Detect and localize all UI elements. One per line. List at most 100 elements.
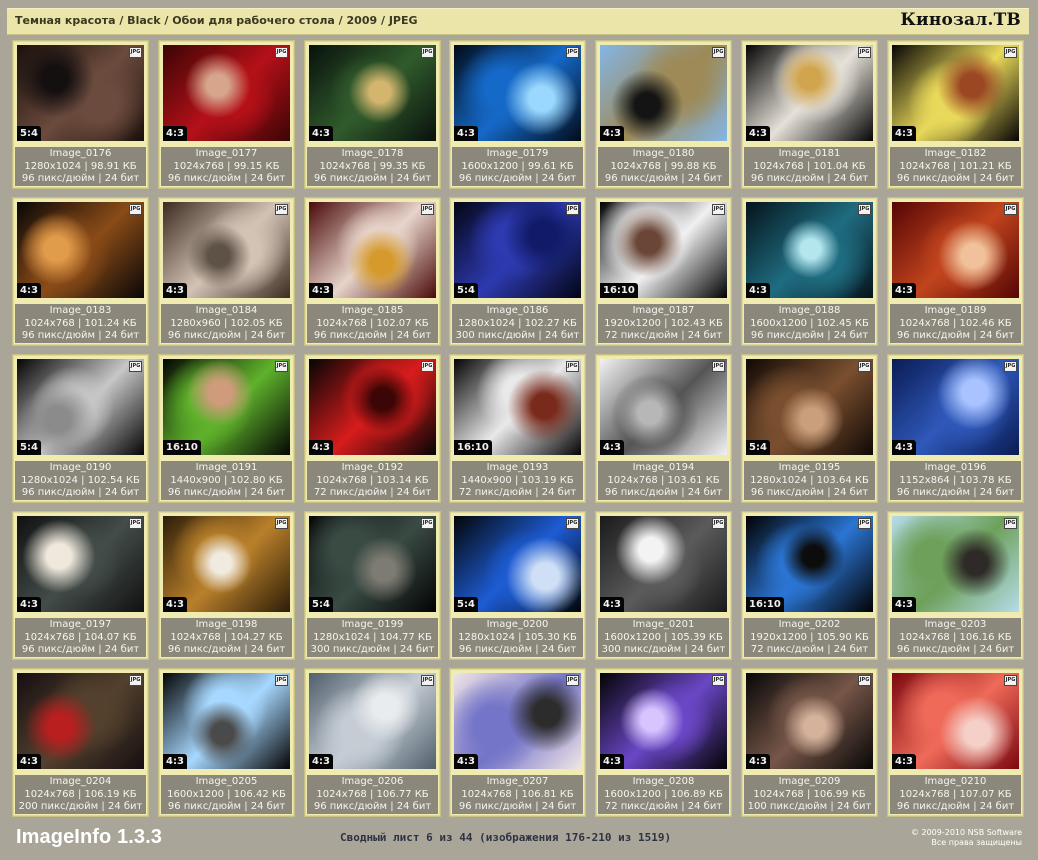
thumbnail-card[interactable]: JPG 4:3 Image_0198 1024x768 | 104.27 КБ 96 п… bbox=[158, 511, 295, 660]
thumbnail-image[interactable]: JPG 4:3 bbox=[17, 673, 144, 769]
thumbnail-image[interactable]: JPG 4:3 bbox=[892, 359, 1019, 455]
thumbnail-card[interactable]: JPG 4:3 Image_0185 1024x768 | 102.07 КБ 96 п… bbox=[304, 197, 441, 346]
thumbnail-card[interactable]: JPG 4:3 Image_0196 1152x864 | 103.78 КБ 96 п… bbox=[887, 354, 1024, 503]
jpg-file-icon: JPG bbox=[421, 518, 434, 529]
thumbnail-details: 1280x1024 | 105.30 КБ bbox=[458, 631, 577, 643]
thumbnail-card[interactable]: JPG 4:3 Image_0182 1024x768 | 101.21 КБ 96 п… bbox=[887, 40, 1024, 189]
thumbnail-image[interactable]: JPG 4:3 bbox=[454, 673, 581, 769]
thumbnail-image[interactable]: JPG 4:3 bbox=[600, 45, 727, 141]
thumbnail-image[interactable]: JPG 4:3 bbox=[892, 673, 1019, 769]
aspect-ratio-badge: 16:10 bbox=[746, 597, 784, 612]
aspect-ratio-badge: 4:3 bbox=[163, 754, 187, 769]
thumbnail-card[interactable]: JPG 16:10 Image_0187 1920x1200 | 102.43 КБ 7… bbox=[595, 197, 732, 346]
sheet-summary: Сводный лист 6 из 44 (изображения 176-21… bbox=[340, 831, 672, 844]
thumbnail-card[interactable]: JPG 4:3 Image_0188 1600x1200 | 102.45 КБ 96 … bbox=[741, 197, 878, 346]
thumbnail-card[interactable]: JPG 5:4 Image_0199 1280x1024 | 104.77 КБ 300… bbox=[304, 511, 441, 660]
thumbnail-card[interactable]: JPG 4:3 Image_0192 1024x768 | 103.14 КБ 72 п… bbox=[304, 354, 441, 503]
thumbnail-card[interactable]: JPG 4:3 Image_0178 1024x768 | 99.35 КБ 96 пи… bbox=[304, 40, 441, 189]
aspect-ratio-badge: 5:4 bbox=[17, 126, 41, 141]
thumbnail-card[interactable]: JPG 4:3 Image_0180 1024x768 | 99.88 КБ 96 пи… bbox=[595, 40, 732, 189]
thumbnail-image[interactable]: JPG 4:3 bbox=[600, 359, 727, 455]
jpg-file-icon: JPG bbox=[566, 518, 579, 529]
thumbnail-card[interactable]: JPG 4:3 Image_0206 1024x768 | 106.77 КБ 96 п… bbox=[304, 668, 441, 817]
aspect-ratio-badge: 4:3 bbox=[892, 754, 916, 769]
thumbnail-card[interactable]: JPG 4:3 Image_0194 1024x768 | 103.61 КБ 96 п… bbox=[595, 354, 732, 503]
thumbnail-image[interactable]: JPG 4:3 bbox=[746, 45, 873, 141]
thumbnail-name: Image_0185 bbox=[341, 305, 404, 316]
thumbnail-dpi: 96 пикс/дюйм | 24 бит bbox=[896, 487, 1015, 498]
jpg-file-icon: JPG bbox=[1004, 675, 1017, 686]
thumbnail-card[interactable]: JPG 16:10 Image_0191 1440x900 | 102.80 КБ 96… bbox=[158, 354, 295, 503]
thumbnail-image[interactable]: JPG 4:3 bbox=[309, 45, 436, 141]
aspect-ratio-badge: 4:3 bbox=[454, 126, 478, 141]
thumbnail-image[interactable]: JPG 4:3 bbox=[163, 202, 290, 298]
thumbnail-name: Image_0187 bbox=[632, 305, 695, 316]
thumbnail-image[interactable]: JPG 4:3 bbox=[309, 202, 436, 298]
thumbnail-card[interactable]: JPG 4:3 Image_0210 1024x768 | 107.07 КБ 96 п… bbox=[887, 668, 1024, 817]
thumbnail-card[interactable]: JPG 4:3 Image_0177 1024x768 | 99.15 КБ 96 пи… bbox=[158, 40, 295, 189]
thumbnail-card[interactable]: JPG 4:3 Image_0204 1024x768 | 106.19 КБ 200 … bbox=[12, 668, 149, 817]
thumbnail-image[interactable]: JPG 16:10 bbox=[454, 359, 581, 455]
thumbnail-image[interactable]: JPG 4:3 bbox=[163, 45, 290, 141]
thumbnail-name: Image_0202 bbox=[778, 619, 841, 630]
thumbnail-image[interactable]: JPG 16:10 bbox=[746, 516, 873, 612]
thumbnail-image[interactable]: JPG 4:3 bbox=[892, 45, 1019, 141]
thumbnail-card[interactable]: JPG 4:3 Image_0201 1600x1200 | 105.39 КБ 300… bbox=[595, 511, 732, 660]
thumbnail-image[interactable]: JPG 5:4 bbox=[454, 516, 581, 612]
thumbnail-image[interactable]: JPG 4:3 bbox=[600, 516, 727, 612]
thumbnail-card[interactable]: JPG 4:3 Image_0183 1024x768 | 101.24 КБ 96 п… bbox=[12, 197, 149, 346]
thumbnail-card[interactable]: JPG 4:3 Image_0203 1024x768 | 106.16 КБ 96 п… bbox=[887, 511, 1024, 660]
thumbnail-info: Image_0196 1152x864 | 103.78 КБ 96 пикс/дю… bbox=[890, 461, 1021, 500]
thumbnail-card[interactable]: JPG 4:3 Image_0179 1600x1200 | 99.61 КБ 96 п… bbox=[449, 40, 586, 189]
aspect-ratio-badge: 4:3 bbox=[892, 597, 916, 612]
thumbnail-card[interactable]: JPG 4:3 Image_0197 1024x768 | 104.07 КБ 96 п… bbox=[12, 511, 149, 660]
thumbnail-card[interactable]: JPG 4:3 Image_0207 1024x768 | 106.81 КБ 96 п… bbox=[449, 668, 586, 817]
thumbnail-card[interactable]: JPG 4:3 Image_0209 1024x768 | 106.99 КБ 100 … bbox=[741, 668, 878, 817]
copyright: © 2009-2010 NSB Software Все права защищ… bbox=[911, 828, 1022, 848]
thumbnail-image[interactable]: JPG 4:3 bbox=[17, 516, 144, 612]
thumbnail-info: Image_0209 1024x768 | 106.99 КБ 100 пикс/д… bbox=[744, 775, 875, 814]
thumbnail-details: 1024x768 | 102.46 КБ bbox=[899, 317, 1012, 329]
thumbnail-image[interactable]: JPG 5:4 bbox=[17, 359, 144, 455]
thumbnail-card[interactable]: JPG 16:10 Image_0202 1920x1200 | 105.90 КБ 7… bbox=[741, 511, 878, 660]
thumbnail-card[interactable]: JPG 4:3 Image_0205 1600x1200 | 106.42 КБ 96 … bbox=[158, 668, 295, 817]
thumbnail-card[interactable]: JPG 5:4 Image_0190 1280x1024 | 102.54 КБ 96 … bbox=[12, 354, 149, 503]
thumbnail-image[interactable]: JPG 4:3 bbox=[454, 45, 581, 141]
thumbnail-image[interactable]: JPG 5:4 bbox=[746, 359, 873, 455]
thumbnail-name: Image_0192 bbox=[341, 462, 404, 473]
thumbnail-card[interactable]: JPG 4:3 Image_0189 1024x768 | 102.46 КБ 96 п… bbox=[887, 197, 1024, 346]
thumbnail-image[interactable]: JPG 4:3 bbox=[892, 516, 1019, 612]
thumbnail-image[interactable]: JPG 4:3 bbox=[600, 673, 727, 769]
jpg-file-icon: JPG bbox=[421, 361, 434, 372]
thumbnail-image[interactable]: JPG 16:10 bbox=[600, 202, 727, 298]
thumbnail-card[interactable]: JPG 4:3 Image_0208 1600x1200 | 106.89 КБ 72 … bbox=[595, 668, 732, 817]
thumbnail-image[interactable]: JPG 4:3 bbox=[163, 673, 290, 769]
thumbnail-info: Image_0194 1024x768 | 103.61 КБ 96 пикс/дю… bbox=[598, 461, 729, 500]
thumbnail-card[interactable]: JPG 16:10 Image_0193 1440x900 | 103.19 КБ 72… bbox=[449, 354, 586, 503]
thumbnail-dpi: 300 пикс/дюйм | 24 бит bbox=[310, 644, 435, 655]
thumbnail-image[interactable]: JPG 4:3 bbox=[17, 202, 144, 298]
thumbnail-image[interactable]: JPG 4:3 bbox=[746, 673, 873, 769]
thumbnail-name: Image_0198 bbox=[195, 619, 258, 630]
aspect-ratio-badge: 4:3 bbox=[454, 754, 478, 769]
thumbnail-info: Image_0206 1024x768 | 106.77 КБ 96 пикс/дю… bbox=[307, 775, 438, 814]
thumbnail-card[interactable]: JPG 5:4 Image_0176 1280x1024 | 98.91 КБ 96 п… bbox=[12, 40, 149, 189]
thumbnail-image[interactable]: JPG 4:3 bbox=[746, 202, 873, 298]
thumbnail-card[interactable]: JPG 5:4 Image_0186 1280x1024 | 102.27 КБ 300… bbox=[449, 197, 586, 346]
thumbnail-image[interactable]: JPG 4:3 bbox=[309, 673, 436, 769]
thumbnail-card[interactable]: JPG 5:4 Image_0195 1280x1024 | 103.64 КБ 96 … bbox=[741, 354, 878, 503]
thumbnail-card[interactable]: JPG 4:3 Image_0181 1024x768 | 101.04 КБ 96 п… bbox=[741, 40, 878, 189]
thumbnail-image[interactable]: JPG 5:4 bbox=[454, 202, 581, 298]
thumbnail-dpi: 96 пикс/дюйм | 24 бит bbox=[604, 173, 723, 184]
thumbnail-image[interactable]: JPG 16:10 bbox=[163, 359, 290, 455]
thumbnail-info: Image_0179 1600x1200 | 99.61 КБ 96 пикс/дю… bbox=[452, 147, 583, 186]
thumbnail-card[interactable]: JPG 4:3 Image_0184 1280x960 | 102.05 КБ 96 п… bbox=[158, 197, 295, 346]
thumbnail-image[interactable]: JPG 5:4 bbox=[17, 45, 144, 141]
thumbnail-card[interactable]: JPG 5:4 Image_0200 1280x1024 | 105.30 КБ 96 … bbox=[449, 511, 586, 660]
thumbnail-name: Image_0199 bbox=[341, 619, 404, 630]
thumbnail-image[interactable]: JPG 4:3 bbox=[892, 202, 1019, 298]
thumbnail-dpi: 96 пикс/дюйм | 24 бит bbox=[750, 487, 869, 498]
thumbnail-image[interactable]: JPG 4:3 bbox=[163, 516, 290, 612]
thumbnail-image[interactable]: JPG 5:4 bbox=[309, 516, 436, 612]
thumbnail-image[interactable]: JPG 4:3 bbox=[309, 359, 436, 455]
